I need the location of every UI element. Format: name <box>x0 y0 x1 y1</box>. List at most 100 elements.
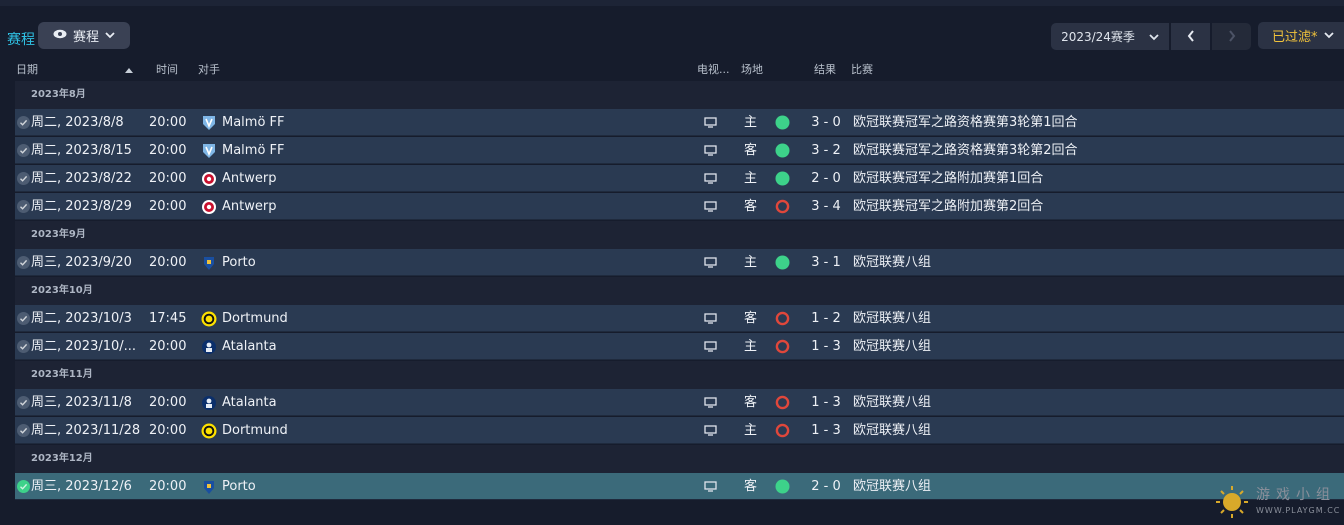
month-group-header: 2023年12月 <box>15 445 1344 473</box>
column-header-tv[interactable]: 电视... <box>697 61 730 77</box>
competition-link[interactable]: 欧冠联赛八组 <box>853 249 931 276</box>
win-dot-icon <box>775 255 790 270</box>
checkmark-icon <box>17 312 30 325</box>
match-score[interactable]: 3 - 4 <box>803 193 849 220</box>
venue: 主 <box>744 115 758 130</box>
competition-link[interactable]: 欧冠联赛八组 <box>853 417 931 444</box>
fixture-row[interactable]: 周二, 2023/11/28 20:00 Dortmund 主 1 - 3 欧冠联赛八组 <box>15 417 1344 444</box>
fixture-time: 20:00 <box>149 143 187 158</box>
season-label: 2023/24赛季 <box>1061 30 1135 44</box>
watermark-text: 游戏小组 <box>1256 487 1336 503</box>
fixture-row[interactable]: 周二, 2023/8/8 20:00 Malmö FF 主 3 - 0 欧冠联赛冠军之路资… <box>15 109 1344 136</box>
fixture-date: 周二, 2023/10/... <box>31 339 137 354</box>
opponent-link[interactable]: Porto <box>222 473 256 500</box>
opponent-link[interactable]: Dortmund <box>222 305 288 332</box>
porto-badge-icon <box>201 479 217 495</box>
competition-link[interactable]: 欧冠联赛冠军之路资格赛第3轮第1回合 <box>853 109 1078 136</box>
antwerp-badge-icon <box>201 199 217 215</box>
opponent-link[interactable]: Antwerp <box>222 165 276 192</box>
watermark: 游戏小组 WWW.PLAYGM.CC <box>1212 482 1344 525</box>
column-header-date[interactable]: 日期 <box>16 61 38 77</box>
opponent-link[interactable]: Atalanta <box>222 333 277 360</box>
opponent-link[interactable]: Dortmund <box>222 417 288 444</box>
column-header-time[interactable]: 时间 <box>156 61 178 77</box>
fixture-row[interactable]: 周二, 2023/8/29 20:00 Antwerp 客 3 - 4 欧冠联赛冠军之路附… <box>15 193 1344 220</box>
match-score[interactable]: 1 - 3 <box>803 333 849 360</box>
view-label: 赛程 <box>72 30 99 45</box>
match-score[interactable]: 3 - 1 <box>803 249 849 276</box>
competition-link[interactable]: 欧冠联赛八组 <box>853 473 931 500</box>
loss-ring-icon <box>775 395 790 410</box>
sort-ascending-icon[interactable] <box>125 63 133 76</box>
match-score[interactable]: 3 - 2 <box>803 137 849 164</box>
venue: 客 <box>744 311 758 326</box>
competition-link[interactable]: 欧冠联赛八组 <box>853 305 931 332</box>
watermark-url: WWW.PLAYGM.CC <box>1256 506 1341 515</box>
win-dot-icon <box>775 143 790 158</box>
fixture-date: 周三, 2023/12/6 <box>31 479 132 494</box>
fixture-time: 17:45 <box>149 311 187 326</box>
filter-button[interactable]: 已过滤* <box>1258 22 1344 49</box>
venue: 客 <box>744 479 758 494</box>
match-score[interactable]: 2 - 0 <box>803 473 849 500</box>
fixture-row[interactable]: 周二, 2023/8/22 20:00 Antwerp 主 2 - 0 欧冠联赛冠军之路附… <box>15 165 1344 192</box>
month-group-header: 2023年9月 <box>15 221 1344 249</box>
atalanta-badge-icon <box>201 339 217 355</box>
month-group-header: 2023年11月 <box>15 361 1344 389</box>
column-header-opponent[interactable]: 对手 <box>198 61 220 77</box>
page-title: 赛程 <box>7 32 35 48</box>
match-score[interactable]: 3 - 0 <box>803 109 849 136</box>
opponent-link[interactable]: Atalanta <box>222 389 277 416</box>
competition-link[interactable]: 欧冠联赛冠军之路附加赛第1回合 <box>853 165 1043 192</box>
season-selector[interactable]: 2023/24赛季 <box>1051 23 1169 50</box>
fixture-time: 20:00 <box>149 395 187 410</box>
match-score[interactable]: 2 - 0 <box>803 165 849 192</box>
atalanta-badge-icon <box>201 395 217 411</box>
column-header-venue[interactable]: 场地 <box>741 61 763 77</box>
column-header-result[interactable]: 结果 <box>814 61 836 77</box>
opponent-link[interactable]: Antwerp <box>222 193 276 220</box>
win-dot-icon <box>775 115 790 130</box>
chevron-down-icon <box>1323 28 1334 43</box>
fixture-time: 20:00 <box>149 255 187 270</box>
venue: 客 <box>744 395 758 410</box>
fixture-date: 周二, 2023/10/3 <box>31 311 132 326</box>
view-selector-button[interactable]: 赛程 <box>38 22 130 49</box>
fixture-date: 周二, 2023/8/29 <box>31 199 132 214</box>
next-season-button[interactable] <box>1212 23 1251 50</box>
venue: 主 <box>744 171 758 186</box>
dortmund-badge-icon <box>201 423 217 439</box>
fixture-row[interactable]: 周三, 2023/11/8 20:00 Atalanta 客 1 - 3 欧冠联赛八组 <box>15 389 1344 416</box>
opponent-link[interactable]: Malmö FF <box>222 137 285 164</box>
match-score[interactable]: 1 - 3 <box>803 389 849 416</box>
competition-link[interactable]: 欧冠联赛冠军之路附加赛第2回合 <box>853 193 1043 220</box>
loss-ring-icon <box>775 199 790 214</box>
competition-link[interactable]: 欧冠联赛八组 <box>853 333 931 360</box>
fixture-row[interactable]: 周二, 2023/8/15 20:00 Malmö FF 客 3 - 2 欧冠联赛冠军之路… <box>15 137 1344 164</box>
fixture-row[interactable]: 周三, 2023/9/20 20:00 Porto 主 3 - 1 欧冠联赛八组 <box>15 249 1344 276</box>
competition-link[interactable]: 欧冠联赛冠军之路资格赛第3轮第2回合 <box>853 137 1078 164</box>
checkmark-icon <box>17 480 30 493</box>
loss-ring-icon <box>775 311 790 326</box>
competition-link[interactable]: 欧冠联赛八组 <box>853 389 931 416</box>
fixture-date: 周二, 2023/8/15 <box>31 143 132 158</box>
fixture-row[interactable]: 周三, 2023/12/6 20:00 Porto 客 2 - 0 欧冠联赛八组 <box>15 473 1344 500</box>
month-group-header: 2023年8月 <box>15 81 1344 109</box>
checkmark-icon <box>17 144 30 157</box>
fixture-date: 周二, 2023/8/22 <box>31 171 132 186</box>
antwerp-badge-icon <box>201 171 217 187</box>
checkmark-icon <box>17 424 30 437</box>
match-score[interactable]: 1 - 2 <box>803 305 849 332</box>
column-header-competition[interactable]: 比赛 <box>851 61 873 77</box>
previous-season-button[interactable] <box>1171 23 1210 50</box>
win-dot-icon <box>775 479 790 494</box>
checkmark-icon <box>17 256 30 269</box>
chevron-right-icon <box>1228 27 1236 46</box>
malmo-badge-icon <box>201 143 217 159</box>
fixture-row[interactable]: 周二, 2023/10/... 20:00 Atalanta 主 1 - 3 欧冠联赛八组 <box>15 333 1344 360</box>
fixture-time: 20:00 <box>149 115 187 130</box>
match-score[interactable]: 1 - 3 <box>803 417 849 444</box>
opponent-link[interactable]: Malmö FF <box>222 109 285 136</box>
fixture-row[interactable]: 周二, 2023/10/3 17:45 Dortmund 客 1 - 2 欧冠联赛八组 <box>15 305 1344 332</box>
opponent-link[interactable]: Porto <box>222 249 256 276</box>
